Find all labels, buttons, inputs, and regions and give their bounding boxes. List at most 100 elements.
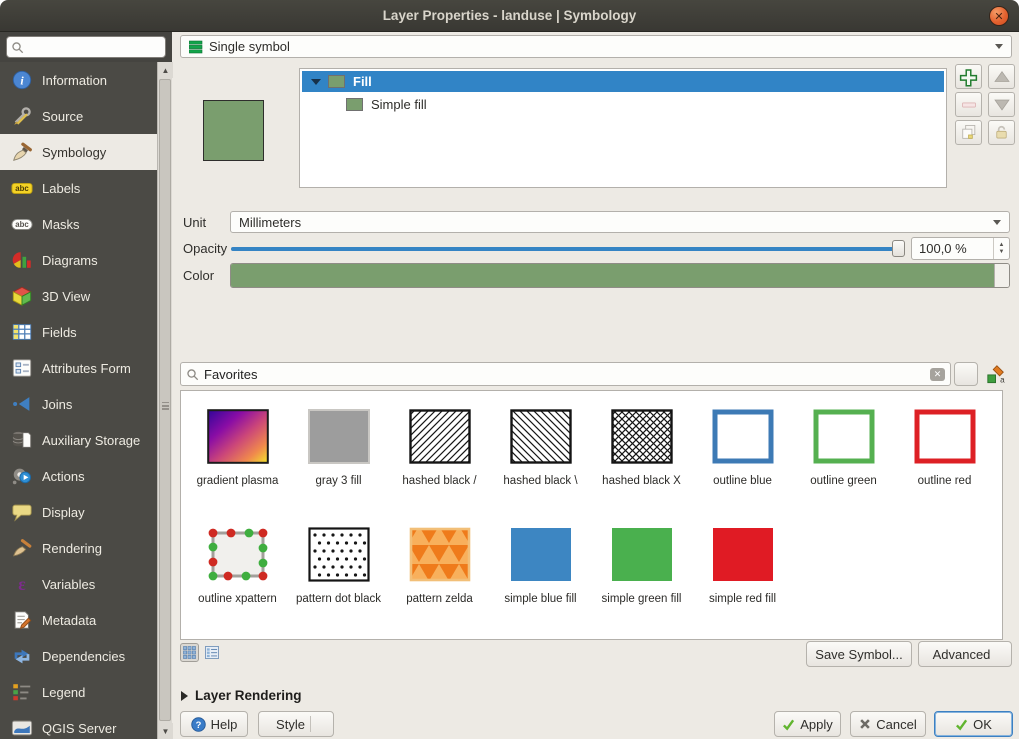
renderer-select[interactable]: Single symbol	[180, 35, 1012, 58]
sidebar-item-masks[interactable]: abcMasks	[0, 206, 157, 242]
add-symbol-layer-button[interactable]	[955, 64, 982, 89]
remove-symbol-layer-button[interactable]	[955, 92, 982, 117]
checkmark-icon	[955, 718, 968, 731]
sidebar-item-attributes-form[interactable]: Attributes Form	[0, 350, 157, 386]
close-window-button[interactable]: ✕	[989, 6, 1009, 26]
fill-swatch	[328, 75, 345, 88]
slider-fill	[231, 247, 895, 251]
sidebar-item-joins[interactable]: Joins	[0, 386, 157, 422]
style-manager-button[interactable]: a	[983, 361, 1009, 387]
slider-handle[interactable]	[892, 240, 905, 257]
icon-view-toggle-button[interactable]	[180, 643, 199, 662]
apply-button[interactable]: Apply	[774, 711, 841, 737]
sidebar-item-dependencies[interactable]: Dependencies	[0, 638, 157, 674]
symbol-outline-red[interactable]: outline red	[894, 409, 995, 527]
layer-rendering-expander[interactable]: Layer Rendering	[181, 688, 302, 703]
tree-row-fill[interactable]: Fill	[302, 71, 944, 92]
sidebar-item-label: Rendering	[42, 541, 102, 556]
duplicate-symbol-layer-button[interactable]	[955, 120, 982, 145]
symbol-outline-xpattern[interactable]: outline xpattern	[187, 527, 288, 640]
sidebar-item-3d-view[interactable]: 3D View	[0, 278, 157, 314]
sidebar-item-diagrams[interactable]: Diagrams	[0, 242, 157, 278]
sidebar-item-variables[interactable]: εVariables	[0, 566, 157, 602]
unit-select[interactable]: Millimeters	[230, 211, 1010, 233]
scroll-down-icon[interactable]: ▼	[158, 723, 173, 739]
symbol-label: outline blue	[695, 474, 791, 488]
sidebar-item-display[interactable]: Display	[0, 494, 157, 530]
button-separator	[310, 716, 311, 732]
sidebar-item-legend[interactable]: Legend	[0, 674, 157, 710]
advanced-button[interactable]: Advanced	[918, 641, 1012, 667]
list-view-toggle-button[interactable]	[202, 643, 221, 662]
symbol-simple-blue-fill[interactable]: simple blue fill	[490, 527, 591, 640]
scroll-up-icon[interactable]: ▲	[158, 62, 173, 78]
symbol-pattern-zelda[interactable]: pattern zelda	[389, 527, 490, 640]
symbol-preview-thumbnail	[308, 527, 370, 585]
symbol-search-box[interactable]: ✕	[180, 362, 951, 386]
cancel-label: Cancel	[876, 717, 916, 732]
sidebar-search-input[interactable]	[24, 40, 152, 54]
style-manager-icon: a	[986, 364, 1006, 384]
tree-row-simple-fill[interactable]: Simple fill	[300, 94, 946, 115]
color-swatch[interactable]	[231, 264, 994, 287]
sidebar-item-qgis-server[interactable]: QGIS Server	[0, 710, 157, 739]
sidebar-item-label: Metadata	[42, 613, 96, 628]
tree-expander-icon[interactable]	[311, 79, 321, 85]
lock-color-button[interactable]	[988, 120, 1015, 145]
clear-search-icon[interactable]: ✕	[930, 368, 945, 381]
symbol-hashed-black[interactable]: hashed black /	[389, 409, 490, 527]
symbol-preview-thumbnail	[409, 409, 471, 467]
help-button[interactable]: ? Help	[180, 711, 248, 737]
spinner-arrows-icon[interactable]: ▲▼	[993, 238, 1009, 259]
sidebar-item-labels[interactable]: abcLabels	[0, 170, 157, 206]
sidebar-search-box[interactable]	[6, 36, 166, 58]
sidebar-item-symbology[interactable]: Symbology	[0, 134, 157, 170]
color-dropdown[interactable]	[994, 264, 1009, 287]
symbol-simple-red-fill[interactable]: simple red fill	[692, 527, 793, 640]
symbol-search-input[interactable]	[204, 367, 925, 382]
sidebar-item-auxiliary-storage[interactable]: Auxiliary Storage	[0, 422, 157, 458]
sidebar-item-label: Dependencies	[42, 649, 125, 664]
search-icon	[11, 41, 24, 54]
symbol-hashed-black-x[interactable]: hashed black X	[591, 409, 692, 527]
opacity-slider[interactable]	[231, 237, 905, 260]
move-down-button[interactable]	[988, 92, 1015, 117]
chevron-down-icon	[995, 44, 1003, 49]
scrollbar-thumb[interactable]	[159, 79, 171, 721]
sidebar-item-source[interactable]: Source	[0, 98, 157, 134]
titlebar[interactable]: Layer Properties - landuse | Symbology ✕	[0, 0, 1019, 32]
symbol-outline-green[interactable]: outline green	[793, 409, 894, 527]
single-symbol-icon	[189, 40, 203, 54]
sidebar-item-label: Fields	[42, 325, 77, 340]
sidebar-item-label: Symbology	[42, 145, 106, 160]
symbol-simple-green-fill[interactable]: simple green fill	[591, 527, 692, 640]
symbol-hashed-black[interactable]: hashed black \	[490, 409, 591, 527]
symbol-gray-3-fill[interactable]: gray 3 fill	[288, 409, 389, 527]
sidebar-item-rendering[interactable]: Rendering	[0, 530, 157, 566]
symbol-gradient-plasma[interactable]: gradient plasma	[187, 409, 288, 527]
sidebar-scrollbar[interactable]: ▲ ▼	[157, 62, 172, 739]
symbol-outline-blue[interactable]: outline blue	[692, 409, 793, 527]
symbol-preview-thumbnail	[207, 409, 269, 467]
sidebar-item-information[interactable]: iInformation	[0, 62, 157, 98]
symbol-filter-dropdown-button[interactable]	[954, 362, 978, 386]
save-symbol-button[interactable]: Save Symbol...	[806, 641, 912, 667]
ok-button[interactable]: OK	[934, 711, 1013, 737]
move-up-button[interactable]	[988, 64, 1015, 89]
labels-icon: abc	[11, 177, 33, 199]
symbol-label: simple blue fill	[493, 592, 589, 606]
sidebar-item-metadata[interactable]: Metadata	[0, 602, 157, 638]
opacity-label: Opacity	[183, 241, 227, 256]
symbol-preview-thumbnail	[611, 527, 673, 585]
arrow-up-icon	[992, 68, 1012, 86]
source-icon	[11, 105, 33, 127]
sidebar-item-fields[interactable]: Fields	[0, 314, 157, 350]
opacity-spinbox[interactable]: 100,0 % ▲▼	[911, 237, 1010, 260]
symbol-pattern-dot-black[interactable]: pattern dot black	[288, 527, 389, 640]
color-button[interactable]	[230, 263, 1010, 288]
sidebar-item-actions[interactable]: Actions	[0, 458, 157, 494]
saved-symbols-grid: gradient plasmagray 3 fillhashed black /…	[180, 390, 1003, 640]
style-button[interactable]: Style	[258, 711, 334, 737]
cancel-button[interactable]: Cancel	[850, 711, 926, 737]
actions-icon	[11, 465, 33, 487]
